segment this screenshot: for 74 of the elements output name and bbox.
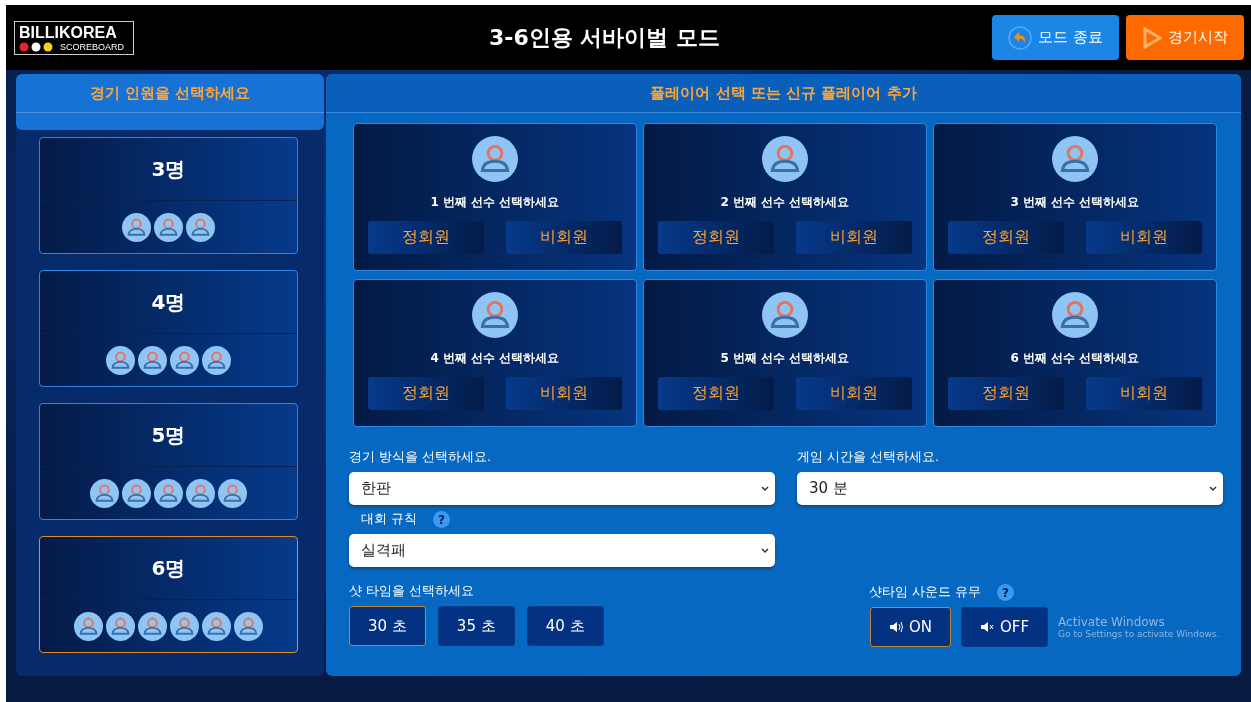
member-button[interactable]: 정회원 bbox=[658, 377, 774, 410]
rules-select[interactable]: 실격패 bbox=[349, 534, 775, 567]
chevron-down-icon bbox=[761, 547, 769, 554]
avatar-icon bbox=[762, 292, 808, 338]
avatar-icon bbox=[762, 136, 808, 182]
person-icon bbox=[106, 611, 135, 641]
member-button[interactable]: 정회원 bbox=[658, 221, 774, 254]
play-icon bbox=[1142, 26, 1162, 49]
person-icon bbox=[138, 345, 167, 375]
logo: BILLIKOREA SCOREBOARD bbox=[14, 20, 134, 55]
player-count-card[interactable]: 5명 bbox=[39, 403, 298, 520]
guest-button[interactable]: 비회원 bbox=[506, 221, 622, 254]
slot-prompt: 2 번째 선수 선택하세요 bbox=[720, 194, 850, 211]
guest-button[interactable]: 비회원 bbox=[506, 377, 622, 410]
person-icon bbox=[90, 478, 119, 508]
speaker-on-icon bbox=[889, 621, 903, 633]
person-icon bbox=[170, 345, 199, 375]
player-count-card[interactable]: 6명 bbox=[39, 536, 298, 653]
slot-prompt: 1 번째 선수 선택하세요 bbox=[430, 194, 560, 211]
field-label: 대회 규칙 bbox=[361, 511, 417, 528]
field-label: 샷 타임을 선택하세요 bbox=[349, 583, 474, 600]
help-icon[interactable]: ? bbox=[433, 511, 450, 528]
panel-header: 경기 인원을 선택하세요 bbox=[16, 74, 324, 130]
member-button[interactable]: 정회원 bbox=[368, 377, 484, 410]
chevron-down-icon bbox=[1209, 485, 1217, 492]
guest-button[interactable]: 비회원 bbox=[796, 221, 912, 254]
person-icon bbox=[154, 212, 183, 242]
member-button[interactable]: 정회원 bbox=[948, 377, 1064, 410]
sound-toggle-button[interactable]: OFF bbox=[961, 607, 1049, 647]
slot-prompt: 4 번째 선수 선택하세요 bbox=[430, 350, 560, 367]
game-type-select[interactable]: 한판 bbox=[349, 472, 775, 505]
avatar-icon bbox=[1052, 292, 1098, 338]
exit-mode-button[interactable]: 모드 종료 bbox=[992, 15, 1119, 60]
person-icon bbox=[138, 611, 167, 641]
person-icon bbox=[74, 611, 103, 641]
activation-notice-title: Activate Windows bbox=[1058, 615, 1166, 629]
person-icon bbox=[170, 611, 199, 641]
member-button[interactable]: 정회원 bbox=[948, 221, 1064, 254]
shot-time-button[interactable]: 40 초 bbox=[526, 606, 604, 646]
slot-prompt: 3 번째 선수 선택하세요 bbox=[1010, 194, 1140, 211]
guest-button[interactable]: 비회원 bbox=[1086, 221, 1202, 254]
chevron-down-icon bbox=[761, 485, 769, 492]
field-label: 게임 시간을 선택하세요. bbox=[797, 449, 939, 466]
person-icon bbox=[218, 478, 247, 508]
activation-notice-text: Go to Settings to activate Windows. bbox=[1058, 629, 1220, 639]
player-count-card[interactable]: 4명 bbox=[39, 270, 298, 387]
person-icon bbox=[186, 478, 215, 508]
guest-button[interactable]: 비회원 bbox=[796, 377, 912, 410]
help-icon[interactable]: ? bbox=[996, 584, 1014, 601]
sound-toggle-button[interactable]: ON bbox=[870, 607, 952, 647]
person-icon bbox=[234, 611, 263, 641]
shot-time-button[interactable]: 35 초 bbox=[437, 606, 515, 646]
slot-prompt: 5 번째 선수 선택하세요 bbox=[720, 350, 850, 367]
person-icon bbox=[202, 345, 231, 375]
speaker-mute-icon bbox=[980, 621, 995, 633]
game-time-select[interactable]: 30 분 bbox=[797, 472, 1223, 505]
person-icon bbox=[106, 345, 135, 375]
person-icon bbox=[154, 478, 183, 508]
player-count-card[interactable]: 3명 bbox=[39, 137, 298, 254]
field-label: 샷타임 사운드 유무 bbox=[869, 584, 981, 601]
member-button[interactable]: 정회원 bbox=[368, 221, 484, 254]
avatar-icon bbox=[472, 136, 518, 182]
person-icon bbox=[122, 478, 151, 508]
avatar-icon bbox=[1052, 136, 1098, 182]
guest-button[interactable]: 비회원 bbox=[1086, 377, 1202, 410]
shot-time-button[interactable]: 30 초 bbox=[349, 606, 426, 646]
page-title: 3-6인용 서바이벌 모드 bbox=[488, 23, 722, 52]
person-icon bbox=[122, 212, 151, 242]
slot-prompt: 6 번째 선수 선택하세요 bbox=[1010, 350, 1140, 367]
person-icon bbox=[186, 212, 215, 242]
avatar-icon bbox=[472, 292, 518, 338]
field-label: 경기 방식을 선택하세요. bbox=[349, 449, 491, 466]
person-icon bbox=[202, 611, 231, 641]
panel-header: 플레이어 선택 또는 신규 플레이어 추가 bbox=[326, 74, 1241, 113]
